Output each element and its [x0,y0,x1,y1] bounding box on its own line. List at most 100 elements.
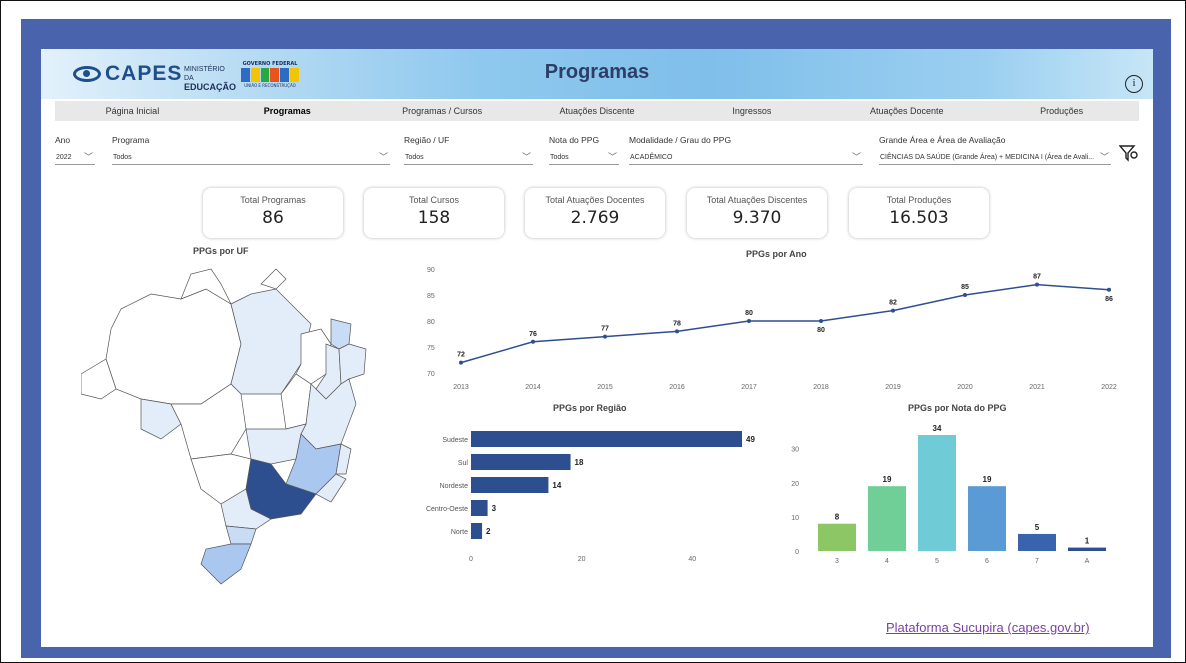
x-tick-label: 20 [578,556,586,563]
filter-modalidade-select[interactable]: ACADÊMICO ﹀ [629,150,863,165]
tab-bar: Página Inicial Programas Programas / Curso… [55,101,1139,121]
data-label: 34 [933,424,942,433]
x-tick-label: 2020 [957,384,973,391]
filter-modalidade-label: Modalidade / Grau do PPG [629,135,732,145]
data-label: 3 [492,504,497,513]
filter-regiao-label: Região / UF [404,135,450,145]
filter-ano-label: Ano [55,135,71,145]
filter-nota-label: Nota do PPG [549,135,600,145]
chevron-down-icon: ﹀ [1099,152,1109,162]
filter-ano-select[interactable]: 2022 ﹀ [55,150,95,165]
clear-filter-icon[interactable] [1119,143,1139,163]
data-label: 78 [673,320,681,327]
category-label: Centro-Oeste [426,506,468,513]
sucupira-link[interactable]: Plataforma Sucupira (capes.gov.br) [886,620,1090,635]
brazil-map [81,268,367,585]
filter-ano-value: 2022 [56,154,72,161]
hbar-chart-title: PPGs por Região [553,403,627,413]
data-point [459,360,463,365]
bar [968,486,1006,551]
category-label: Norte [451,529,468,536]
y-tick-label: 20 [791,481,799,488]
data-label: 1 [1085,537,1090,546]
bar [918,435,956,551]
uf-rs [200,543,252,585]
bar [868,486,906,551]
tab-programas-cursos[interactable]: Programas / Cursos [365,101,520,121]
uf-ap [260,268,287,290]
x-tick-label: 2017 [741,384,757,391]
data-label: 19 [983,475,992,484]
x-tick-label: 3 [835,558,839,565]
bar [471,431,742,447]
category-label: Sudeste [442,437,468,444]
y-tick-label: 85 [427,293,435,300]
data-label: 18 [575,458,584,467]
data-label: 14 [552,481,561,490]
chevron-down-icon: ﹀ [521,152,531,162]
data-label: 5 [1035,523,1040,532]
filter-modalidade-value: ACADÊMICO [630,154,673,161]
data-point [531,339,535,344]
x-tick-label: 2022 [1101,384,1117,391]
data-label: 19 [883,475,892,484]
y-tick-label: 10 [791,515,799,522]
tab-ingressos[interactable]: Ingressos [674,101,829,121]
filter-programa-value: Todos [113,154,132,161]
data-label: 80 [745,310,753,317]
filter-area-select[interactable]: CIÊNCIAS DA SAÚDE (Grande Área) + MEDICI… [879,150,1111,165]
kpi-value: 86 [262,208,284,228]
bar [1018,533,1056,551]
filter-regiao-select[interactable]: Todos ﹀ [404,150,533,165]
data-label: 80 [817,327,825,334]
line-series [460,283,1110,364]
x-tick-label: 2015 [597,384,613,391]
data-label: 72 [457,352,465,359]
category-label: Nordeste [440,483,469,490]
x-tick-label: A [1085,558,1090,565]
report-canvas: CAPES MINISTÉRIO DA EDUCAÇÃO GOVERNO FED… [41,49,1153,647]
data-point [603,334,607,339]
info-button[interactable]: i [1125,75,1143,93]
bar [471,523,483,539]
uf-rn-pb-pe-al-se [338,343,367,385]
tab-atua-es-discente[interactable]: Atuações Discente [520,101,675,121]
filter-programa-select[interactable]: Todos ﹀ [112,150,390,165]
chevron-down-icon: ﹀ [851,152,861,162]
bar [1068,547,1106,551]
data-label: 77 [601,326,609,333]
kpi-card: Total Atuações Discentes 9.370 [687,188,827,238]
bar [818,523,856,551]
kpi-value: 158 [417,208,451,228]
x-tick-label: 6 [985,558,989,565]
data-label: 85 [961,284,969,291]
data-point [675,329,679,334]
tab-atua-es-docente[interactable]: Atuações Docente [829,101,984,121]
report-header: CAPES MINISTÉRIO DA EDUCAÇÃO GOVERNO FED… [41,49,1153,99]
ministerio-line2: EDUCAÇÃO [184,82,237,92]
data-label: 76 [529,331,537,338]
filter-nota-value: Todos [550,154,569,161]
screen: CAPES MINISTÉRIO DA EDUCAÇÃO GOVERNO FED… [0,0,1186,663]
x-tick-label: 2016 [669,384,685,391]
x-tick-label: 2018 [813,384,829,391]
x-tick-label: 7 [1035,558,1039,565]
tab-programas[interactable]: Programas [210,101,365,121]
category-label: Sul [458,460,469,467]
filter-regiao-value: Todos [405,154,424,161]
kpi-value: 16.503 [889,208,949,228]
line-chart-title: PPGs por Ano [746,249,807,259]
kpi-card: Total Programas 86 [203,188,343,238]
data-label: 49 [746,435,755,444]
filter-nota-select[interactable]: Todos ﹀ [549,150,619,165]
x-tick-label: 2014 [525,384,541,391]
tab-produ-es[interactable]: Produções [984,101,1139,121]
kpi-card: Total Produções 16.503 [849,188,989,238]
data-label: 2 [486,527,491,536]
data-point [891,308,895,313]
hbar-chart: Sudeste 49 Sul 18 Nordeste 14 Centro-Oeste 3 Nor… [426,431,755,563]
tab-p-gina-inicial[interactable]: Página Inicial [55,101,210,121]
map-title: PPGs por UF [193,246,249,256]
kpi-card: Total Atuações Docentes 2.769 [525,188,665,238]
kpi-value: 2.769 [570,208,620,228]
